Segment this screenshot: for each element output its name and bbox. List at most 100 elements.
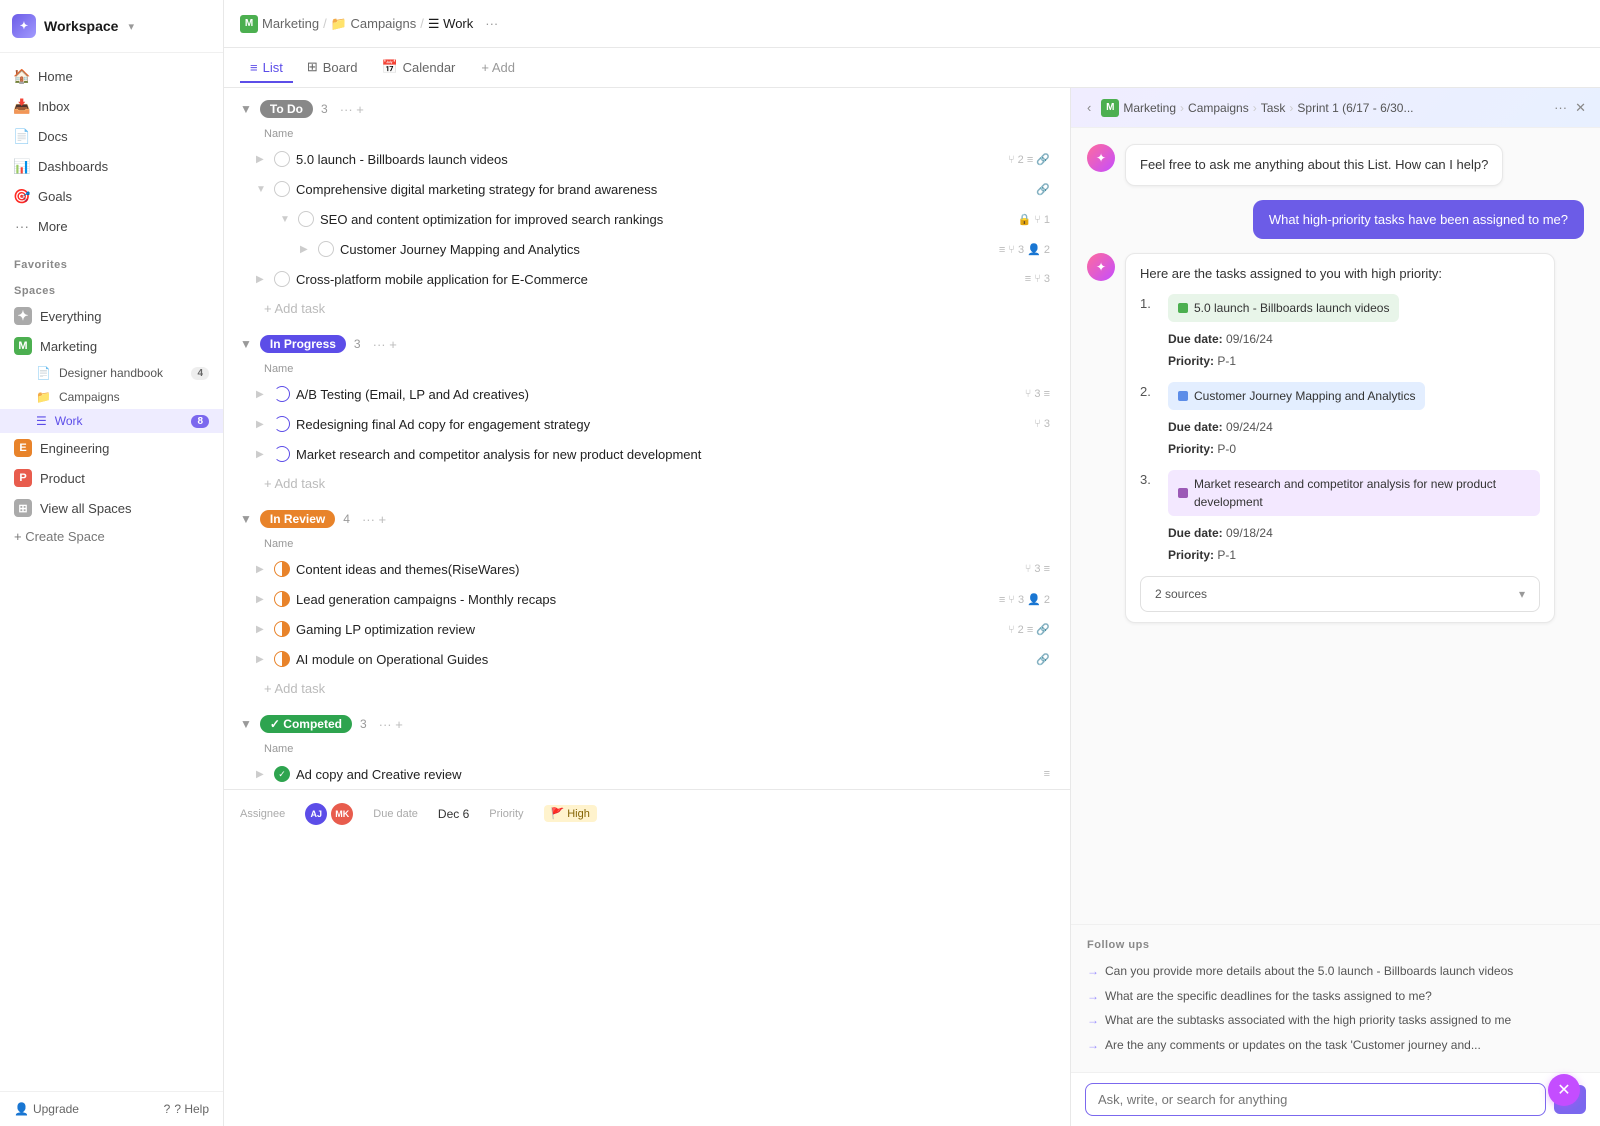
work-badge: 8: [191, 415, 209, 428]
t10-expand[interactable]: ▶: [256, 594, 268, 605]
t6-expand[interactable]: ▶: [256, 389, 268, 400]
task-row-t3[interactable]: ▼ SEO and content optimization for impro…: [228, 204, 1066, 234]
favorites-label: Favorites: [0, 249, 223, 275]
t8-check[interactable]: [274, 446, 290, 462]
followup-1[interactable]: → Can you provide more details about the…: [1087, 959, 1584, 984]
breadcrumb-campaigns: 📁 Campaigns: [331, 16, 417, 32]
create-space-btn[interactable]: + Create Space: [0, 523, 223, 550]
task-row-t1[interactable]: ▶ 5.0 launch - Billboards launch videos …: [228, 144, 1066, 174]
ai-task-1-priority-label: Priority:: [1168, 354, 1214, 368]
todo-name-col: Name: [264, 128, 293, 140]
task-row-t6[interactable]: ▶ A/B Testing (Email, LP and Ad creative…: [228, 379, 1066, 409]
task-row-t9[interactable]: ▶ Content ideas and themes(RiseWares) ⑂ …: [228, 554, 1066, 584]
t10-check[interactable]: [274, 591, 290, 607]
t3-check[interactable]: [298, 211, 314, 227]
tab-board[interactable]: ⊞ Board: [297, 53, 368, 83]
inprogress-toggle[interactable]: ▼: [240, 337, 252, 351]
task-row-t11[interactable]: ▶ Gaming LP optimization review ⑂ 2 ≡ 🔗: [228, 614, 1066, 644]
t3-expand[interactable]: ▼: [280, 214, 292, 225]
ai-back-btn[interactable]: ‹: [1085, 98, 1093, 117]
t11-expand[interactable]: ▶: [256, 624, 268, 635]
t4-check[interactable]: [318, 241, 334, 257]
t3-meta: 🔒 ⑂ 1: [1017, 213, 1050, 226]
topbar-more-btn[interactable]: ···: [485, 16, 498, 31]
assignee-avatar-1: AJ: [305, 803, 327, 825]
task-row-t7[interactable]: ▶ Redesigning final Ad copy for engageme…: [228, 409, 1066, 439]
task-row-t4[interactable]: ▶ Customer Journey Mapping and Analytics…: [228, 234, 1066, 264]
sub-work[interactable]: ☰ Work 8: [0, 409, 223, 433]
nav-docs-label: Docs: [38, 129, 68, 144]
tab-list[interactable]: ≡ List: [240, 54, 293, 83]
board-tab-label: Board: [323, 60, 358, 75]
t4-expand[interactable]: ▶: [300, 244, 312, 255]
ai-input[interactable]: [1085, 1083, 1546, 1116]
spaces-section: Favorites Spaces ✦ Everything M Marketin…: [0, 249, 223, 1091]
nav-inbox[interactable]: 📥 Inbox: [0, 91, 223, 121]
t7-expand[interactable]: ▶: [256, 419, 268, 430]
followup-2[interactable]: → What are the specific deadlines for th…: [1087, 984, 1584, 1009]
sub-designer-handbook[interactable]: 📄 Designer handbook 4: [0, 361, 223, 385]
t12-check[interactable]: [274, 651, 290, 667]
ai-welcome-text: Feel free to ask me anything about this …: [1140, 157, 1488, 172]
upgrade-btn[interactable]: 👤 Upgrade: [14, 1102, 79, 1116]
ai-more-btn[interactable]: ···: [1554, 100, 1567, 116]
ai-breadcrumb-marketing: Marketing: [1123, 101, 1176, 115]
nav-home[interactable]: 🏠 Home: [0, 61, 223, 91]
task-row-t10[interactable]: ▶ Lead generation campaigns - Monthly re…: [228, 584, 1066, 614]
t8-expand[interactable]: ▶: [256, 449, 268, 460]
task-row-t8[interactable]: ▶ Market research and competitor analysi…: [228, 439, 1066, 469]
t13-expand[interactable]: ▶: [256, 769, 268, 780]
space-marketing[interactable]: M Marketing: [0, 331, 223, 361]
t11-check[interactable]: [274, 621, 290, 637]
completed-toggle[interactable]: ▼: [240, 717, 252, 731]
t12-expand[interactable]: ▶: [256, 654, 268, 665]
inreview-toggle[interactable]: ▼: [240, 512, 252, 526]
close-fab-btn[interactable]: ✕: [1548, 1074, 1580, 1106]
nav-goals[interactable]: 🎯 Goals: [0, 181, 223, 211]
followup-3[interactable]: → What are the subtasks associated with …: [1087, 1008, 1584, 1033]
inreview-actions[interactable]: ··· +: [362, 512, 386, 527]
t1-check[interactable]: [274, 151, 290, 167]
t2-check[interactable]: [274, 181, 290, 197]
t7-check[interactable]: [274, 416, 290, 432]
inreview-add-task[interactable]: + Add task: [224, 674, 1070, 703]
space-product[interactable]: P Product: [0, 463, 223, 493]
todo-badge: To Do: [260, 100, 313, 118]
tab-calendar[interactable]: 📅 Calendar: [371, 53, 465, 83]
todo-add-task[interactable]: + Add task: [224, 294, 1070, 323]
t1-expand[interactable]: ▶: [256, 154, 268, 165]
nav-dashboards[interactable]: 📊 Dashboards: [0, 151, 223, 181]
task-row-t12[interactable]: ▶ AI module on Operational Guides 🔗: [228, 644, 1066, 674]
inreview-name-col: Name: [264, 538, 293, 550]
space-everything[interactable]: ✦ Everything: [0, 301, 223, 331]
t5-expand[interactable]: ▶: [256, 274, 268, 285]
todo-actions[interactable]: ··· +: [340, 102, 364, 117]
nav-more[interactable]: ··· More: [0, 211, 223, 241]
task-row-t13[interactable]: ▶ ✓ Ad copy and Creative review ≡: [228, 759, 1066, 789]
inprogress-actions[interactable]: ··· +: [373, 337, 397, 352]
completed-actions[interactable]: ··· +: [379, 717, 403, 732]
sources-row[interactable]: 2 sources ▾: [1140, 576, 1540, 612]
ai-close-btn[interactable]: ✕: [1575, 100, 1586, 116]
space-engineering[interactable]: E Engineering: [0, 433, 223, 463]
inprogress-add-task[interactable]: + Add task: [224, 469, 1070, 498]
t5-check[interactable]: [274, 271, 290, 287]
nav-docs[interactable]: 📄 Docs: [0, 121, 223, 151]
tab-add-btn[interactable]: + Add: [473, 54, 523, 81]
ai-task-2-dot: [1178, 391, 1188, 401]
help-btn[interactable]: ? ? Help: [164, 1102, 209, 1116]
task-row-t5[interactable]: ▶ Cross-platform mobile application for …: [228, 264, 1066, 294]
t9-expand[interactable]: ▶: [256, 564, 268, 575]
space-view-all[interactable]: ⊞ View all Spaces: [0, 493, 223, 523]
t13-check[interactable]: ✓: [274, 766, 290, 782]
todo-toggle[interactable]: ▼: [240, 102, 252, 116]
sub-campaigns[interactable]: 📁 Campaigns: [0, 385, 223, 409]
ai-sep2: ›: [1253, 101, 1257, 115]
t9-check[interactable]: [274, 561, 290, 577]
t2-expand[interactable]: ▼: [256, 184, 268, 195]
followup-4[interactable]: → Are the any comments or updates on the…: [1087, 1033, 1584, 1058]
ai-task-2: 2. Customer Journey Mapping and Analytic…: [1140, 382, 1540, 460]
t6-check[interactable]: [274, 386, 290, 402]
workspace-header[interactable]: ✦ Workspace ▾: [0, 0, 223, 53]
task-row-t2[interactable]: ▼ Comprehensive digital marketing strate…: [228, 174, 1066, 204]
